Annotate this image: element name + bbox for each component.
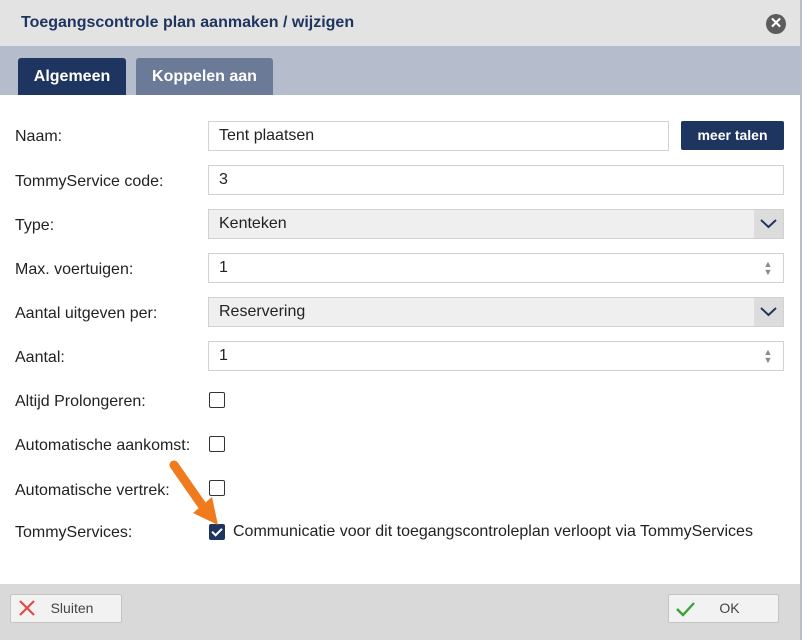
naam-input[interactable]: Tent plaatsen <box>208 121 669 151</box>
annotation-arrow-icon <box>169 460 218 525</box>
auto-aankomst-label: Automatische aankomst: <box>15 437 191 454</box>
dialog: Toegangscontrole plan aanmaken / wijzige… <box>0 0 800 640</box>
close-icon[interactable]: ✕ <box>766 14 786 34</box>
tab-algemeen[interactable]: Algemeen <box>18 58 126 95</box>
aantal-per-select-value: Reservering <box>219 303 306 320</box>
tommyservices-label: TommyServices: <box>15 524 133 541</box>
tommyservices-checkbox-text: Communicatie voor dit toegangscontrolepl… <box>233 523 753 540</box>
ok-button-label: OK <box>719 600 740 616</box>
max-voertuigen-input[interactable]: 1 ▲ ▼ <box>208 253 784 283</box>
more-languages-button[interactable]: meer talen <box>681 121 784 150</box>
max-voertuigen-label: Max. voertuigen: <box>15 261 134 278</box>
auto-aankomst-checkbox[interactable] <box>209 436 225 452</box>
dialog-footer: Sluiten OK <box>0 584 800 640</box>
aantal-per-select[interactable]: Reservering <box>208 297 784 327</box>
aantal-per-label: Aantal uitgeven per: <box>15 305 158 322</box>
close-button[interactable]: Sluiten <box>10 594 122 623</box>
close-button-label: Sluiten <box>50 600 94 616</box>
aantal-label: Aantal: <box>15 349 65 366</box>
ok-button[interactable]: OK <box>668 594 779 623</box>
altijd-prolongeren-label: Altijd Prolongeren: <box>15 393 146 410</box>
code-label: TommyService code: <box>15 173 164 190</box>
type-label: Type: <box>15 217 55 234</box>
chevron-down-icon[interactable] <box>754 210 783 238</box>
dialog-titlebar: Toegangscontrole plan aanmaken / wijzige… <box>0 0 800 47</box>
code-input[interactable]: 3 <box>208 165 784 195</box>
dialog-title: Toegangscontrole plan aanmaken / wijzige… <box>21 14 355 31</box>
aantal-value: 1 <box>219 347 228 364</box>
chevron-down-icon[interactable] <box>754 298 783 326</box>
altijd-prolongeren-checkbox[interactable] <box>209 392 225 408</box>
spinner-icon[interactable]: ▲ ▼ <box>763 260 773 277</box>
type-select-value: Kenteken <box>219 215 287 232</box>
max-voertuigen-value: 1 <box>219 259 228 276</box>
aantal-input[interactable]: 1 ▲ ▼ <box>208 341 784 371</box>
spinner-icon[interactable]: ▲ ▼ <box>763 348 773 365</box>
naam-label: Naam: <box>15 128 63 145</box>
auto-vertrek-label: Automatische vertrek: <box>15 482 170 499</box>
tab-koppelen-aan[interactable]: Koppelen aan <box>136 58 273 95</box>
tab-bar: Algemeen Koppelen aan <box>0 46 800 95</box>
type-select[interactable]: Kenteken <box>208 209 784 239</box>
